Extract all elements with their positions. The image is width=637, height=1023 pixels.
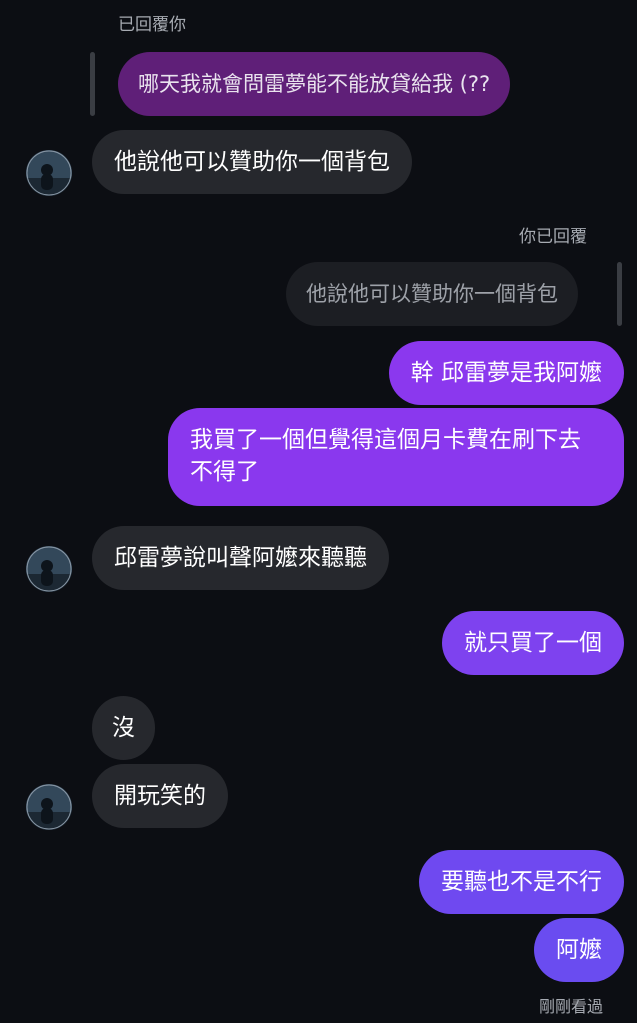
reply-indicator-bar: [617, 262, 622, 326]
quoted-message-bubble[interactable]: 哪天我就會問雷夢能不能放貸給我 (??: [118, 52, 511, 116]
message-bubble-outgoing[interactable]: 阿嬤: [534, 918, 624, 982]
message-bubble-outgoing[interactable]: 我買了一個但覺得這個月卡費在刷下去不得了: [168, 408, 624, 506]
message-bubble-outgoing[interactable]: 幹 邱雷夢是我阿嬤: [388, 341, 624, 405]
reply-label-me: 你已回覆: [519, 227, 587, 247]
contact-avatar[interactable]: [26, 784, 72, 830]
message-bubble-incoming[interactable]: 開玩笑的: [92, 764, 228, 828]
reply-indicator-bar: [90, 52, 95, 116]
contact-avatar[interactable]: [26, 546, 72, 592]
message-bubble-incoming[interactable]: 沒: [92, 696, 155, 760]
reply-label-them: 已回覆你: [118, 15, 186, 35]
message-bubble-outgoing[interactable]: 就只買了一個: [442, 611, 624, 675]
contact-avatar[interactable]: [26, 150, 72, 196]
message-bubble-incoming[interactable]: 邱雷夢說叫聲阿嬤來聽聽: [92, 526, 389, 590]
message-bubble-incoming[interactable]: 他說他可以贊助你一個背包: [92, 130, 412, 194]
seen-status: 剛剛看過: [538, 997, 603, 1016]
quoted-message-bubble[interactable]: 他說他可以贊助你一個背包: [286, 262, 578, 326]
message-bubble-outgoing[interactable]: 要聽也不是不行: [419, 850, 624, 914]
